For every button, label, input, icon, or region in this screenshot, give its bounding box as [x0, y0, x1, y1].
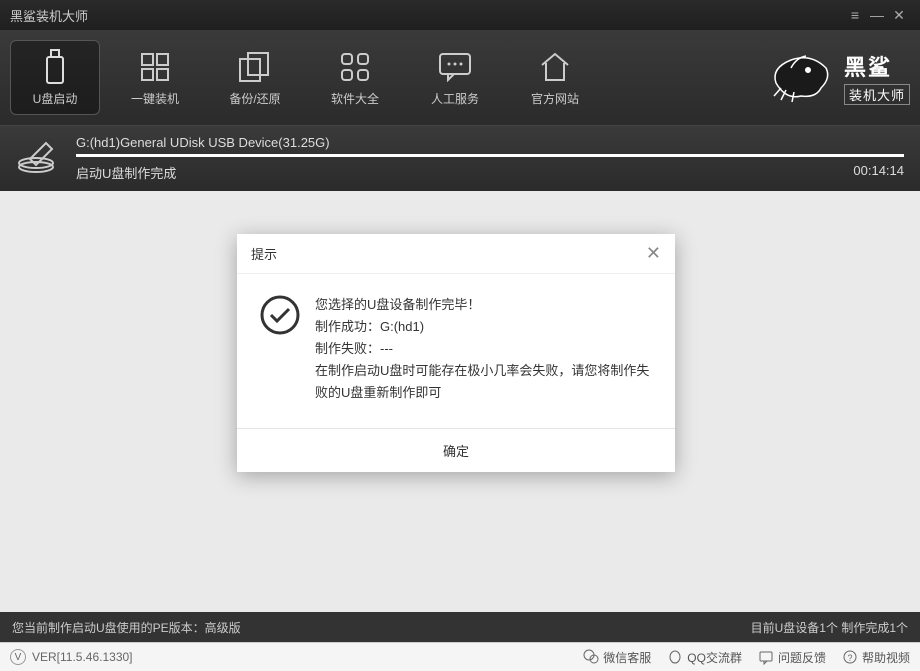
status-left: 您当前制作启动U盘使用的PE版本：高级版 — [12, 619, 751, 636]
device-status: 启动U盘制作完成 — [76, 163, 853, 182]
tool-software[interactable]: 软件大全 — [310, 40, 400, 115]
footer-qq[interactable]: QQ交流群 — [667, 649, 742, 666]
shark-logo-icon — [766, 48, 836, 108]
close-button[interactable]: ✕ — [888, 7, 910, 24]
wechat-icon — [583, 649, 599, 665]
app-title: 黑鲨装机大师 — [10, 6, 88, 25]
toolbar: U盘启动 一键装机 备份/还原 软件大全 人工服务 官方网站 — [0, 30, 920, 125]
version-text: VER[11.5.46.1330] — [32, 650, 133, 664]
tool-label: 软件大全 — [331, 90, 379, 107]
device-bar: G:(hd1)General UDisk USB Device(31.25G) … — [0, 125, 920, 191]
svg-text:?: ? — [847, 653, 852, 663]
device-time: 00:14:14 — [853, 163, 904, 182]
dialog-title: 提示 — [251, 244, 646, 263]
minimize-button[interactable]: — — [866, 7, 888, 23]
chat-icon — [438, 48, 472, 86]
dialog-message: 您选择的U盘设备制作完毕！ 制作成功：G:(hd1) 制作失败：--- 在制作启… — [315, 294, 653, 404]
tool-one-click-install[interactable]: 一键装机 — [110, 40, 200, 115]
tool-label: U盘启动 — [33, 90, 78, 107]
dialog-header: 提示 ✕ — [237, 234, 675, 274]
status-bar: 您当前制作启动U盘使用的PE版本：高级版 目前U盘设备1个 制作完成1个 — [0, 612, 920, 642]
tool-website[interactable]: 官方网站 — [510, 40, 600, 115]
usb-icon — [41, 48, 69, 86]
feedback-icon — [758, 649, 774, 665]
backup-icon — [238, 48, 272, 86]
tool-label: 人工服务 — [431, 90, 479, 107]
tool-label: 备份/还原 — [229, 90, 280, 107]
dialog: 提示 ✕ 您选择的U盘设备制作完毕！ 制作成功：G:(hd1) 制作失败：---… — [237, 234, 675, 472]
footer-feedback[interactable]: 问题反馈 — [758, 649, 826, 666]
footer-wechat[interactable]: 微信客服 — [583, 649, 651, 666]
titlebar: 黑鲨装机大师 ≡ — ✕ — [0, 0, 920, 30]
home-icon — [538, 48, 572, 86]
progress-bar — [76, 154, 904, 157]
qq-icon — [667, 649, 683, 665]
dialog-ok-button[interactable]: 确定 — [237, 428, 675, 472]
device-name: G:(hd1)General UDisk USB Device(31.25G) — [76, 135, 904, 150]
tool-usb-boot[interactable]: U盘启动 — [10, 40, 100, 115]
tool-label: 官方网站 — [531, 90, 579, 107]
dialog-close-button[interactable]: ✕ — [646, 243, 661, 264]
logo-text-1: 黑鲨 — [844, 50, 910, 82]
check-circle-icon — [259, 294, 301, 404]
tool-backup-restore[interactable]: 备份/还原 — [210, 40, 300, 115]
menu-icon[interactable]: ≡ — [844, 7, 866, 23]
tool-support[interactable]: 人工服务 — [410, 40, 500, 115]
help-icon: ? — [842, 649, 858, 665]
logo-text-2: 装机大师 — [844, 84, 910, 105]
footer-help[interactable]: ? 帮助视频 — [842, 649, 910, 666]
device-write-icon — [16, 139, 60, 178]
footer: V VER[11.5.46.1330] 微信客服 QQ交流群 问题反馈 ? 帮助… — [0, 642, 920, 671]
tool-label: 一键装机 — [131, 90, 179, 107]
windows-icon — [139, 48, 171, 86]
logo: 黑鲨 装机大师 — [766, 48, 910, 108]
apps-icon — [339, 48, 371, 86]
status-right: 目前U盘设备1个 制作完成1个 — [751, 619, 908, 636]
version-icon: V — [10, 649, 26, 665]
